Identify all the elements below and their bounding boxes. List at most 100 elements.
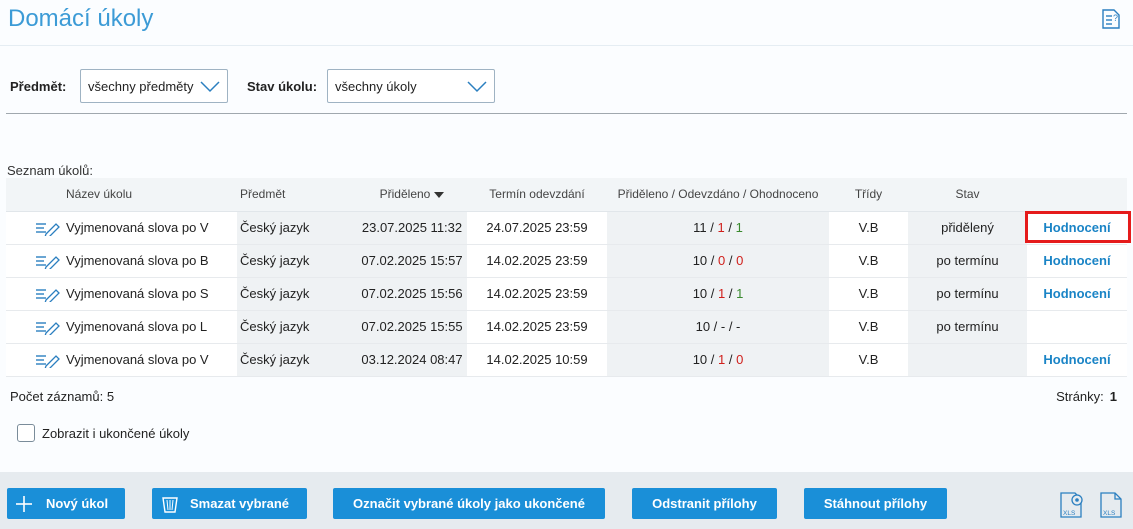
task-action: Hodnocení — [1027, 343, 1127, 377]
task-classes: V.B — [829, 310, 908, 344]
col-subject[interactable]: Předmět — [237, 178, 357, 212]
show-finished-label: Zobrazit i ukončené úkoly — [42, 426, 190, 441]
task-assigned: 03.12.2024 08:47 — [357, 343, 467, 377]
show-finished-checkbox[interactable] — [17, 424, 35, 442]
header: Domácí úkoly ? — [0, 0, 1133, 46]
plus-icon — [16, 496, 32, 512]
assigned-count: 10 — [692, 253, 708, 268]
task-counts: 10 / 1 / 0 — [607, 343, 829, 377]
subject-select[interactable]: všechny předměty — [80, 69, 228, 103]
task-due: 24.07.2025 23:59 — [467, 211, 607, 245]
col-due[interactable]: Termín odevzdání — [467, 178, 607, 212]
task-action: Hodnocení — [1027, 244, 1127, 278]
submitted-count: 1 — [718, 286, 726, 301]
pagination: Stránky: 1 — [1056, 389, 1117, 404]
xls-settings-icon[interactable]: XLS — [1058, 490, 1086, 520]
task-classes: V.B — [829, 277, 908, 311]
mark-finished-button[interactable]: Označit vybrané úkoly jako ukončené — [333, 488, 605, 519]
task-status — [908, 343, 1027, 377]
grading-link[interactable]: Hodnocení — [1043, 286, 1110, 301]
graded-count: 1 — [736, 286, 744, 301]
submitted-count: 1 — [717, 220, 725, 235]
submitted-count: 1 — [718, 352, 726, 367]
edit-cell — [6, 277, 63, 311]
table-row[interactable]: Vyjmenovaná slova po V Český jazyk 23.07.2… — [6, 211, 1127, 245]
task-status: přidělený — [908, 211, 1027, 245]
col-counts[interactable]: Přiděleno / Odevzdáno / Ohodnoceno — [607, 178, 829, 212]
task-counts: 11 / 1 / 1 — [607, 211, 829, 245]
counts-text: 10 / - / - — [695, 319, 741, 334]
col-status[interactable]: Stav — [908, 178, 1027, 212]
col-name[interactable]: Název úkolu — [63, 178, 237, 212]
new-task-button[interactable]: Nový úkol — [7, 488, 125, 519]
download-attachments-button[interactable]: Stáhnout přílohy — [804, 488, 947, 519]
assigned-count: 11 — [693, 220, 707, 235]
assigned-count: 10 — [692, 352, 708, 367]
task-subject: Český jazyk — [237, 244, 357, 278]
delete-selected-label: Smazat vybrané — [190, 496, 289, 511]
task-assigned: 07.02.2025 15:55 — [357, 310, 467, 344]
highlight-box — [1025, 211, 1131, 243]
table-row[interactable]: Vyjmenovaná slova po V Český jazyk 03.12.2… — [6, 343, 1127, 377]
status-select[interactable]: všechny úkoly — [327, 69, 495, 103]
new-task-label: Nový úkol — [45, 496, 109, 511]
chevron-down-icon — [467, 81, 487, 93]
table-row[interactable]: Vyjmenovaná slova po B Český jazyk 07.02.2… — [6, 244, 1127, 278]
task-classes: V.B — [829, 211, 908, 245]
task-subject: Český jazyk — [237, 277, 357, 311]
help-document-icon[interactable]: ? — [1101, 8, 1121, 30]
edit-cell — [6, 244, 63, 278]
xls-label: XLS — [1063, 510, 1076, 517]
edit-icon[interactable] — [34, 352, 60, 368]
edit-icon[interactable] — [34, 220, 60, 236]
col-classes[interactable]: Třídy — [829, 178, 908, 212]
grading-link[interactable]: Hodnocení — [1043, 352, 1110, 367]
edit-cell — [6, 211, 63, 245]
download-attachments-label: Stáhnout přílohy — [823, 496, 928, 511]
task-assigned: 07.02.2025 15:56 — [357, 277, 467, 311]
grading-link[interactable]: Hodnocení — [1043, 253, 1110, 268]
tasks-table: Název úkolu Předmět Přiděleno Termín ode… — [6, 178, 1127, 377]
task-classes: V.B — [829, 343, 908, 377]
task-name: Vyjmenovaná slova po V — [63, 211, 237, 245]
task-status: po termínu — [908, 310, 1027, 344]
edit-icon[interactable] — [34, 319, 60, 335]
chevron-down-icon — [200, 81, 220, 93]
task-name: Vyjmenovaná slova po L — [63, 310, 237, 344]
task-name: Vyjmenovaná slova po V — [63, 343, 237, 377]
task-assigned: 07.02.2025 15:57 — [357, 244, 467, 278]
trash-icon — [162, 497, 178, 513]
delete-selected-button[interactable]: Smazat vybrané — [152, 488, 307, 519]
edit-icon[interactable] — [34, 286, 60, 302]
task-counts: 10 / - / - — [607, 310, 829, 344]
table-row[interactable]: Vyjmenovaná slova po L Český jazyk 07.02.2… — [6, 310, 1127, 344]
task-classes: V.B — [829, 244, 908, 278]
edit-icon[interactable] — [34, 253, 60, 269]
table-header: Název úkolu Předmět Přiděleno Termín ode… — [6, 178, 1127, 212]
table-row[interactable]: Vyjmenovaná slova po S Český jazyk 07.02.2… — [6, 277, 1127, 311]
submitted-count: 0 — [718, 253, 726, 268]
mark-finished-label: Označit vybrané úkoly jako ukončené — [353, 496, 585, 511]
task-due: 14.02.2025 23:59 — [467, 244, 607, 278]
status-filter-label: Stav úkolu: — [247, 79, 318, 94]
remove-attachments-button[interactable]: Odstranit přílohy — [632, 488, 777, 519]
xls-export-icon[interactable]: XLS — [1098, 490, 1126, 520]
divider — [6, 113, 1127, 114]
subject-filter-label: Předmět: — [10, 79, 67, 94]
col-actions — [1027, 178, 1127, 212]
page-number[interactable]: 1 — [1110, 389, 1117, 404]
col-edit — [6, 178, 63, 212]
page-title: Domácí úkoly — [8, 5, 154, 32]
assigned-count: 10 — [692, 286, 708, 301]
task-due: 14.02.2025 10:59 — [467, 343, 607, 377]
col-assigned[interactable]: Přiděleno — [357, 178, 467, 212]
record-count: Počet záznamů: 5 — [10, 389, 115, 404]
task-status: po termínu — [908, 277, 1027, 311]
task-status: po termínu — [908, 244, 1027, 278]
task-name: Vyjmenovaná slova po S — [63, 277, 237, 311]
task-counts: 10 / 0 / 0 — [607, 244, 829, 278]
task-counts: 10 / 1 / 1 — [607, 277, 829, 311]
edit-cell — [6, 310, 63, 344]
task-subject: Český jazyk — [237, 343, 357, 377]
footer-toolbar: Nový úkol Smazat vybrané Označit vybrané… — [0, 472, 1133, 529]
